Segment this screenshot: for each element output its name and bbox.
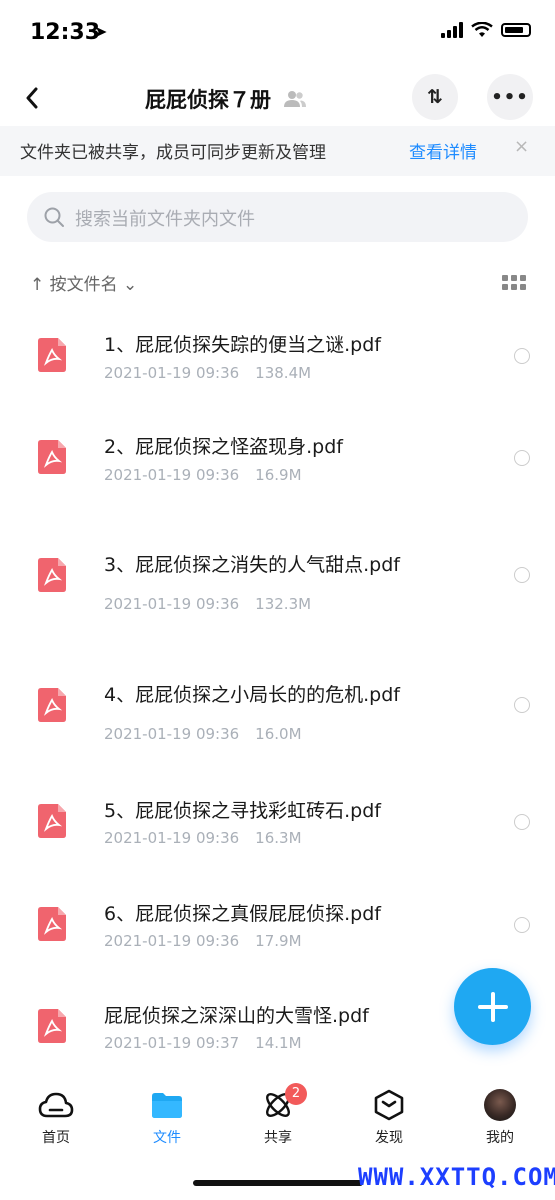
file-meta: 2021-01-19 09:37 14.1M bbox=[104, 1034, 302, 1052]
file-row[interactable]: 1、屁屁侦探失踪的便当之谜.pdf 2021-01-19 09:36 138.4M bbox=[0, 320, 555, 400]
sort-arrows-icon: ⇅ bbox=[427, 86, 443, 108]
file-date: 2021-01-19 09:36 bbox=[104, 466, 240, 484]
sort-by-name-button[interactable]: ↑ 按文件名 ⌄ bbox=[30, 270, 137, 295]
file-size: 132.3M bbox=[255, 595, 312, 613]
file-size: 16.0M bbox=[255, 725, 302, 743]
status-bar: 12:33 ➤ bbox=[0, 0, 555, 62]
select-radio[interactable] bbox=[514, 450, 530, 466]
close-icon[interactable]: × bbox=[514, 136, 529, 157]
file-row[interactable]: 6、屁屁侦探之真假屁屁侦探.pdf 2021-01-19 09:36 17.9M bbox=[0, 889, 555, 969]
file-row[interactable]: 2、屁屁侦探之怪盗现身.pdf 2021-01-19 09:36 16.9M bbox=[0, 422, 555, 502]
tab-label: 我的 bbox=[486, 1130, 514, 1146]
tab-home[interactable]: 首页 bbox=[11, 1087, 101, 1147]
pdf-file-icon bbox=[38, 907, 66, 941]
file-size: 16.9M bbox=[255, 466, 302, 484]
tab-label: 发现 bbox=[375, 1130, 403, 1146]
file-meta: 2021-01-19 09:36 17.9M bbox=[104, 932, 302, 950]
home-indicator bbox=[193, 1180, 363, 1186]
more-button[interactable]: ••• bbox=[487, 74, 533, 120]
avatar bbox=[484, 1089, 516, 1121]
file-name: 5、屁屁侦探之寻找彩虹砖石.pdf bbox=[104, 800, 381, 822]
tab-me[interactable]: 我的 bbox=[455, 1087, 545, 1147]
status-time: 12:33 bbox=[30, 20, 101, 45]
file-date: 2021-01-19 09:36 bbox=[104, 595, 240, 613]
search-icon bbox=[44, 207, 64, 227]
sort-toggle-button[interactable]: ⇅ bbox=[412, 74, 458, 120]
file-row[interactable]: 3、屁屁侦探之消失的人气甜点.pdf 2021-01-19 09:36 132.3… bbox=[0, 530, 555, 630]
select-radio[interactable] bbox=[514, 917, 530, 933]
more-dots-icon: ••• bbox=[491, 86, 529, 108]
file-date: 2021-01-19 09:36 bbox=[104, 829, 240, 847]
share-banner-text: 文件夹已被共享，成员可同步更新及管理 bbox=[20, 143, 326, 163]
grid-view-icon[interactable] bbox=[502, 275, 526, 290]
file-name: 6、屁屁侦探之真假屁屁侦探.pdf bbox=[104, 903, 381, 925]
file-size: 16.3M bbox=[255, 829, 302, 847]
file-meta: 2021-01-19 09:36 132.3M bbox=[104, 595, 311, 613]
pdf-file-icon bbox=[38, 338, 66, 372]
file-name: 3、屁屁侦探之消失的人气甜点.pdf bbox=[104, 554, 400, 576]
file-row[interactable]: 5、屁屁侦探之寻找彩虹砖石.pdf 2021-01-19 09:36 16.3M bbox=[0, 786, 555, 866]
file-meta: 2021-01-19 09:36 16.3M bbox=[104, 829, 302, 847]
watermark: WWW.XXTTQ.COM bbox=[358, 1163, 555, 1191]
back-button[interactable] bbox=[14, 80, 50, 116]
pdf-file-icon bbox=[38, 688, 66, 722]
sort-bar: ↑ 按文件名 ⌄ bbox=[0, 266, 555, 300]
nav-bar: 屁屁侦探７册 ⇅ ••• bbox=[0, 62, 555, 132]
file-size: 17.9M bbox=[255, 932, 302, 950]
file-size: 14.1M bbox=[255, 1034, 302, 1052]
pdf-file-icon bbox=[38, 804, 66, 838]
location-arrow-icon: ➤ bbox=[94, 22, 108, 41]
file-name: 2、屁屁侦探之怪盗现身.pdf bbox=[104, 436, 343, 458]
members-icon[interactable] bbox=[284, 90, 306, 108]
pdf-file-icon bbox=[38, 440, 66, 474]
tab-bar: 首页 文件 2 共享 发现 我的 bbox=[0, 1075, 555, 1165]
add-button[interactable] bbox=[454, 968, 531, 1045]
wifi-icon bbox=[471, 22, 493, 37]
select-radio[interactable] bbox=[514, 814, 530, 830]
battery-icon bbox=[501, 23, 531, 37]
file-row[interactable]: 4、屁屁侦探之小局长的的危机.pdf 2021-01-19 09:36 16.0M bbox=[0, 660, 555, 760]
tab-discover[interactable]: 发现 bbox=[344, 1087, 434, 1147]
notification-badge: 2 bbox=[285, 1083, 307, 1105]
file-meta: 2021-01-19 09:36 138.4M bbox=[104, 364, 311, 382]
file-date: 2021-01-19 09:36 bbox=[104, 932, 240, 950]
share-banner: 文件夹已被共享，成员可同步更新及管理 查看详情 × bbox=[0, 126, 555, 176]
file-meta: 2021-01-19 09:36 16.9M bbox=[104, 466, 302, 484]
search-input[interactable]: 搜索当前文件夹内文件 bbox=[27, 192, 528, 242]
pdf-file-icon bbox=[38, 1009, 66, 1043]
tab-label: 共享 bbox=[264, 1130, 292, 1146]
cube-icon bbox=[374, 1089, 404, 1121]
tab-label: 首页 bbox=[42, 1130, 70, 1146]
file-date: 2021-01-19 09:36 bbox=[104, 725, 240, 743]
search-placeholder: 搜索当前文件夹内文件 bbox=[75, 209, 255, 230]
file-meta: 2021-01-19 09:36 16.0M bbox=[104, 725, 302, 743]
chevron-left-icon bbox=[26, 87, 38, 109]
pdf-file-icon bbox=[38, 558, 66, 592]
file-date: 2021-01-19 09:37 bbox=[104, 1034, 240, 1052]
file-date: 2021-01-19 09:36 bbox=[104, 364, 240, 382]
file-name: 4、屁屁侦探之小局长的的危机.pdf bbox=[104, 684, 400, 706]
page-title: 屁屁侦探７册 bbox=[145, 88, 271, 112]
file-size: 138.4M bbox=[255, 364, 312, 382]
tab-files[interactable]: 文件 bbox=[122, 1087, 212, 1147]
plus-icon bbox=[477, 991, 508, 1022]
tab-share[interactable]: 2 共享 bbox=[233, 1083, 323, 1147]
file-name: 屁屁侦探之深深山的大雪怪.pdf bbox=[104, 1005, 369, 1027]
tab-label: 文件 bbox=[153, 1130, 181, 1146]
folder-icon bbox=[152, 1093, 182, 1118]
cellular-signal-icon bbox=[441, 22, 463, 38]
file-name: 1、屁屁侦探失踪的便当之谜.pdf bbox=[104, 334, 381, 356]
select-radio[interactable] bbox=[514, 567, 530, 583]
cloud-icon bbox=[38, 1092, 74, 1118]
view-details-link[interactable]: 查看详情 bbox=[409, 138, 477, 163]
select-radio[interactable] bbox=[514, 348, 530, 364]
status-icons bbox=[441, 22, 531, 38]
select-radio[interactable] bbox=[514, 697, 530, 713]
